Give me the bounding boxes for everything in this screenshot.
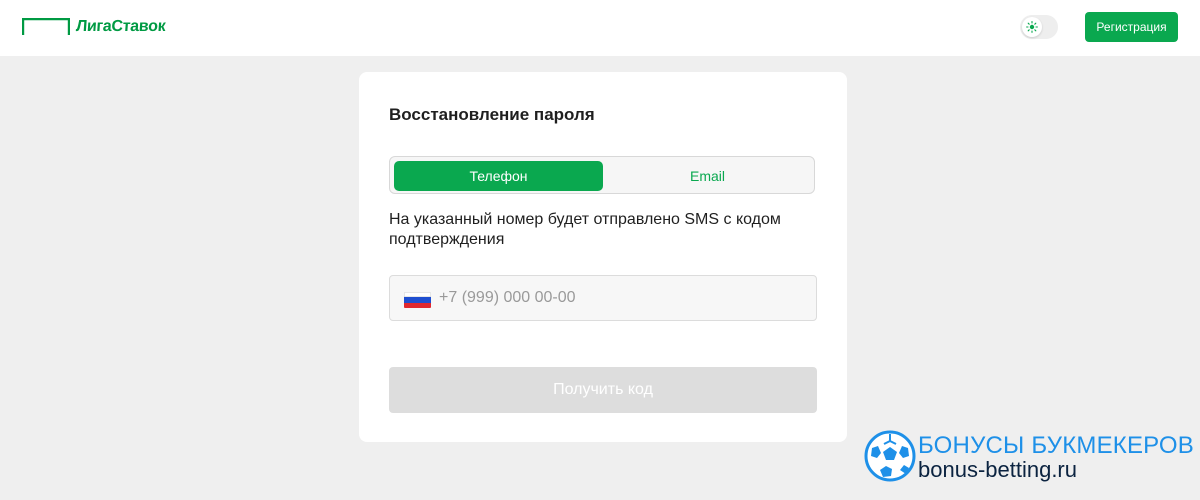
watermark-url: bonus-betting.ru [918,457,1077,482]
sms-info-text: На указанный номер будет отправлено SMS … [389,211,781,248]
soccer-ball-icon [864,430,916,482]
phone-input[interactable] [439,276,799,320]
theme-toggle[interactable] [1020,15,1058,39]
recovery-method-tabs: Телефон Email [389,156,815,194]
register-button[interactable]: Регистрация [1085,12,1178,42]
russia-flag-icon [404,292,431,308]
tab-phone[interactable]: Телефон [394,161,603,191]
theme-toggle-knob [1022,17,1042,37]
phone-field[interactable] [389,275,817,321]
top-header: ЛигаСтавок Регистрация [0,0,1200,56]
brand-logo[interactable]: ЛигаСтавок [22,16,166,38]
password-recovery-card: Восстановление пароля Телефон Email На у… [359,72,847,442]
tab-email[interactable]: Email [603,161,812,191]
logo-mark-icon [22,18,70,35]
watermark: БОНУСЫ БУКМЕКЕРОВ bonus-betting.ru [864,430,1194,490]
sun-icon [1026,21,1038,33]
get-code-button[interactable]: Получить код [389,367,817,413]
logo-text: ЛигаСтавок [75,18,166,35]
page-title: Восстановление пароля [389,105,595,124]
watermark-title: БОНУСЫ БУКМЕКЕРОВ [918,432,1194,459]
